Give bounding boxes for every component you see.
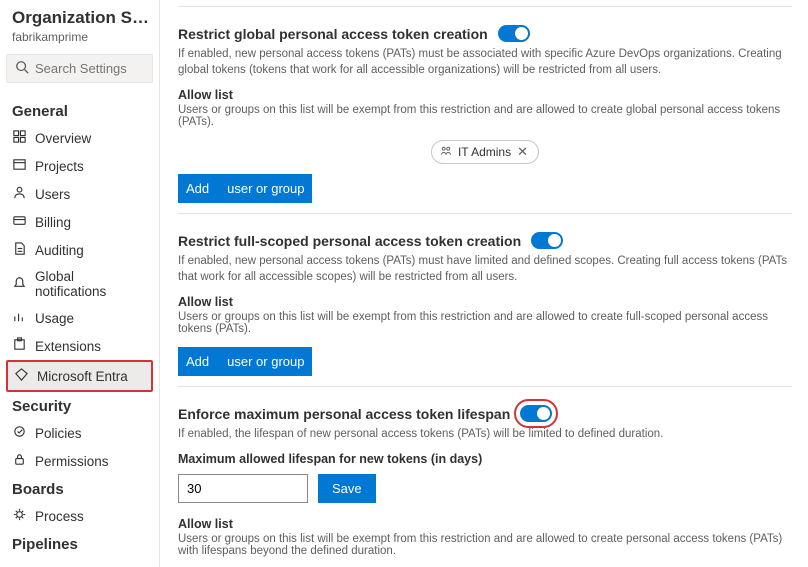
nav-heading: Pipelines bbox=[6, 530, 153, 557]
section-title: Enforce maximum personal access token li… bbox=[178, 406, 510, 422]
max-lifespan-input[interactable] bbox=[178, 474, 308, 503]
add-user-or-group-button[interactable]: Adduser or group bbox=[178, 347, 312, 376]
sidebar-item-label: Global notifications bbox=[35, 269, 147, 299]
sidebar-item-extensions[interactable]: Extensions bbox=[6, 332, 153, 360]
org-subtitle: fabrikamprime bbox=[6, 30, 153, 44]
sidebar-item-label: Usage bbox=[35, 311, 74, 326]
projects-icon bbox=[12, 157, 27, 175]
sidebar-item-label: Permissions bbox=[35, 454, 109, 469]
section-restrict-fullscope-pat: Restrict full-scoped personal access tok… bbox=[178, 213, 792, 386]
save-button[interactable]: Save bbox=[318, 474, 376, 503]
section-enforce-max-lifespan: Enforce maximum personal access token li… bbox=[178, 386, 792, 567]
section-description: If enabled, the lifespan of new personal… bbox=[178, 426, 792, 442]
sidebar-item-permissions[interactable]: Permissions bbox=[6, 447, 153, 475]
sidebar-item-label: Process bbox=[35, 509, 84, 524]
allow-list-description: Users or groups on this list will be exe… bbox=[178, 533, 792, 557]
auditing-icon bbox=[12, 241, 27, 259]
add-user-or-group-button[interactable]: Adduser or group bbox=[178, 174, 312, 203]
overview-icon bbox=[12, 129, 27, 147]
sidebar-item-billing[interactable]: Billing bbox=[6, 208, 153, 236]
section-description: If enabled, new personal access tokens (… bbox=[178, 253, 792, 285]
billing-icon bbox=[12, 213, 27, 231]
usage-icon bbox=[12, 309, 27, 327]
allow-list-heading: Allow list bbox=[178, 295, 792, 309]
org-title: Organization S… bbox=[6, 8, 153, 28]
allow-list-heading: Allow list bbox=[178, 88, 792, 102]
section-description: If enabled, new personal access tokens (… bbox=[178, 46, 792, 78]
sidebar-item-process[interactable]: Process bbox=[6, 502, 153, 530]
sidebar-item-label: Overview bbox=[35, 131, 91, 146]
sidebar-item-projects[interactable]: Projects bbox=[6, 152, 153, 180]
sidebar-item-usage[interactable]: Usage bbox=[6, 304, 153, 332]
sidebar-item-label: Projects bbox=[35, 159, 84, 174]
sidebar-item-label: Auditing bbox=[35, 243, 84, 258]
section-title: Restrict full-scoped personal access tok… bbox=[178, 233, 521, 249]
process-icon bbox=[12, 507, 27, 525]
policies-icon bbox=[12, 424, 27, 442]
sidebar-item-global-notifications[interactable]: Global notifications bbox=[6, 264, 153, 304]
sidebar: Organization S… fabrikamprime General Ove… bbox=[0, 0, 160, 567]
chip-remove[interactable]: ✕ bbox=[517, 144, 528, 160]
sidebar-item-label: Extensions bbox=[35, 339, 101, 354]
sidebar-item-policies[interactable]: Policies bbox=[6, 419, 153, 447]
entra-icon bbox=[14, 367, 29, 385]
group-icon bbox=[440, 145, 452, 160]
sidebar-item-auditing[interactable]: Auditing bbox=[6, 236, 153, 264]
section-restrict-global-pat: Restrict global personal access token cr… bbox=[178, 6, 792, 213]
sidebar-item-label: Billing bbox=[35, 215, 71, 230]
chip-label: IT Admins bbox=[458, 145, 511, 159]
extensions-icon bbox=[12, 337, 27, 355]
sidebar-item-label: Policies bbox=[35, 426, 82, 441]
notifications-icon bbox=[12, 275, 27, 293]
sidebar-item-overview[interactable]: Overview bbox=[6, 124, 153, 152]
permissions-icon bbox=[12, 452, 27, 470]
allow-list-description: Users or groups on this list will be exe… bbox=[178, 311, 792, 335]
toggle-enforce-max-lifespan[interactable] bbox=[520, 405, 552, 422]
nav-heading: Boards bbox=[6, 475, 153, 502]
sidebar-item-label: Users bbox=[35, 187, 70, 202]
allow-list-chip: IT Admins ✕ bbox=[431, 140, 539, 164]
toggle-restrict-global-pat[interactable] bbox=[498, 25, 530, 42]
search-input[interactable] bbox=[35, 61, 144, 76]
nav-heading: General bbox=[6, 97, 153, 124]
users-icon bbox=[12, 185, 27, 203]
allow-list-heading: Allow list bbox=[178, 517, 792, 531]
allow-list-description: Users or groups on this list will be exe… bbox=[178, 104, 792, 128]
sidebar-item-microsoft-entra[interactable]: Microsoft Entra bbox=[6, 360, 153, 392]
section-title: Restrict global personal access token cr… bbox=[178, 26, 488, 42]
sidebar-item-label: Microsoft Entra bbox=[37, 369, 128, 384]
search-settings[interactable] bbox=[6, 54, 153, 83]
max-lifespan-label: Maximum allowed lifespan for new tokens … bbox=[178, 452, 792, 466]
toggle-restrict-fullscope-pat[interactable] bbox=[531, 232, 563, 249]
search-icon bbox=[15, 60, 29, 77]
sidebar-item-users[interactable]: Users bbox=[6, 180, 153, 208]
main-content: Restrict global personal access token cr… bbox=[160, 0, 808, 567]
nav-heading: Security bbox=[6, 392, 153, 419]
